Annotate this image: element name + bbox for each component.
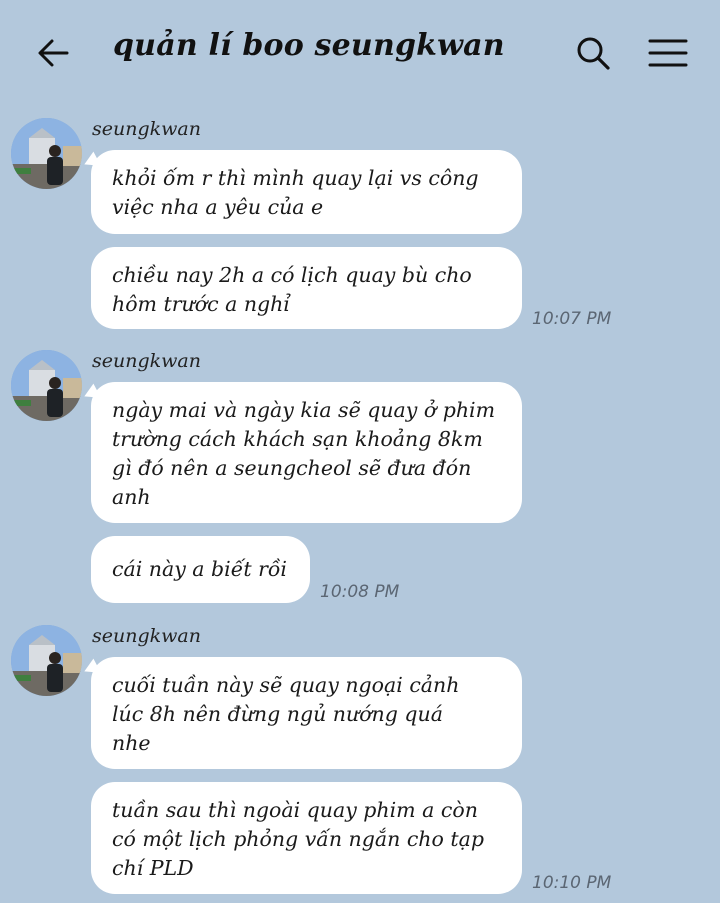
avatar[interactable] [11,118,82,189]
search-button[interactable] [570,30,616,76]
message-bubble[interactable]: tuần sau thì ngoài quay phim a còn có mộ… [91,782,522,894]
avatar-photo [11,625,82,696]
message-bubble[interactable]: ngày mai và ngày kia sẽ quay ở phim trườ… [91,382,522,523]
avatar-photo [11,118,82,189]
message-bubble[interactable]: chiều nay 2h a có lịch quay bù cho hôm t… [91,247,522,329]
message-timestamp: 10:10 PM [532,873,612,893]
hamburger-menu-icon [648,39,688,67]
sender-name: seungkwan [92,350,201,372]
chat-title: quản lí boo seungkwan [113,28,505,63]
message-bubble[interactable]: cái này a biết rồi [91,536,310,603]
menu-button[interactable] [644,30,692,76]
avatar-photo [11,350,82,421]
message-bubble[interactable]: cuối tuần này sẽ quay ngoại cảnh lúc 8h … [91,657,522,769]
message-timestamp: 10:08 PM [320,582,400,602]
message-timestamp: 10:07 PM [532,309,612,329]
message-bubble[interactable]: khỏi ốm r thì mình quay lại vs công việc… [91,150,522,234]
top-bar: quản lí boo seungkwan [0,0,720,100]
sender-name: seungkwan [92,118,201,140]
back-button[interactable] [30,30,76,76]
search-icon [577,37,610,70]
sender-name: seungkwan [92,625,201,647]
avatar[interactable] [11,625,82,696]
avatar[interactable] [11,350,82,421]
arrow-left-icon [38,39,69,67]
